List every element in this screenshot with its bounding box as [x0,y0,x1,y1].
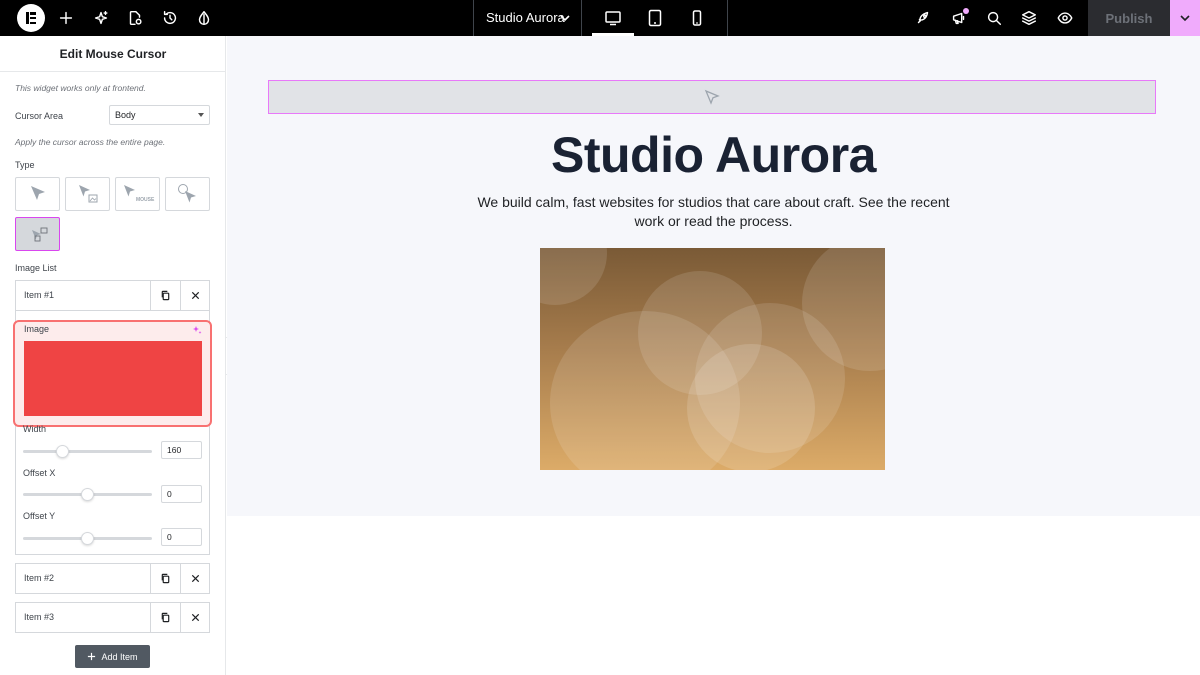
cursor-arrow-icon [704,89,720,105]
publish-button[interactable]: Publish [1088,0,1170,36]
preview-eye-icon[interactable] [1055,8,1075,28]
offset-x-label: Offset X [23,468,56,478]
item-label: Item #3 [24,612,55,622]
hero-title: Studio Aurora [551,127,876,183]
notification-badge [963,8,969,14]
hero-subtitle: We build calm, fast websites for studios… [477,194,950,229]
arrow-image-cursor-icon [78,185,97,203]
rocket-icon[interactable] [913,8,933,28]
publish-chevron-icon[interactable] [1170,0,1200,36]
width-label: Width [23,424,47,434]
offset-y-slider[interactable] [23,532,152,545]
divider [581,0,582,36]
add-item-button[interactable]: Add Item [75,645,150,668]
cursor-area-label: Cursor Area [15,111,64,121]
offset-y-input[interactable]: 0 [161,528,202,546]
divider [727,0,728,36]
plus-icon[interactable] [56,8,76,28]
list-item[interactable]: Item #2 [15,563,210,594]
type-mouse-text: MOUSE [136,197,155,203]
type-option-arrow-text[interactable]: MOUSE [115,177,160,211]
add-item-label: Add Item [101,651,138,662]
cursor-area-select[interactable]: Body [109,105,210,125]
type-option-arrow[interactable] [15,177,60,211]
image-label: Image [24,324,50,334]
divider [473,0,474,36]
offset-x-input[interactable]: 0 [161,485,202,503]
width-input[interactable]: 160 [161,441,202,459]
close-icon[interactable] [181,281,210,310]
site-title[interactable]: Studio Aurora [486,10,565,25]
item-label: Item #1 [24,290,55,300]
duplicate-icon[interactable] [151,564,180,593]
search-icon[interactable] [984,8,1004,28]
type-option-arrow-image[interactable] [65,177,110,211]
cursor-area-help: Apply the cursor across the entire page. [15,137,166,147]
frontend-note: This widget works only at frontend. [15,83,146,93]
plus-icon [88,652,96,661]
arrow-text-cursor-icon: MOUSE [123,185,155,203]
duplicate-icon[interactable] [151,281,180,310]
site-settings-icon[interactable] [194,8,214,28]
image-field[interactable]: Image [13,320,212,427]
type-option-image[interactable] [15,217,60,251]
image-cursor-icon [31,227,47,242]
type-option-arrow-circle[interactable] [165,177,210,211]
layers-icon[interactable] [1019,8,1039,28]
arrow-cursor-icon [30,186,45,200]
offset-y-slider-handle[interactable] [81,532,94,545]
elementor-logo[interactable] [17,4,45,32]
desktop-icon[interactable] [592,0,634,36]
top-bar: Studio Aurora Publish [0,0,1200,36]
offset-x-slider-handle[interactable] [81,488,94,501]
offset-x-slider[interactable] [23,488,152,501]
offset-y-label: Offset Y [23,511,56,521]
tablet-icon[interactable] [634,0,676,36]
duplicate-icon[interactable] [151,603,180,632]
close-icon[interactable] [181,603,210,632]
arrow-circle-cursor-icon [177,184,196,203]
list-item[interactable]: Item #3 [15,602,210,633]
mobile-icon[interactable] [676,0,718,36]
history-icon[interactable] [160,8,180,28]
image-preview[interactable] [24,341,202,416]
width-slider-handle[interactable] [56,445,69,458]
select-caret-icon [198,113,204,117]
hero-image [540,248,885,470]
cursor-area-value: Body [115,110,136,120]
image-list-label: Image List [15,263,57,273]
preview-canvas: Studio Aurora We build calm, fast websit… [227,36,1200,516]
site-title-chevron-icon[interactable] [558,11,572,25]
ai-sparkle-icon[interactable] [192,325,202,335]
close-icon[interactable] [181,564,210,593]
panel-title: Edit Mouse Cursor [0,36,226,72]
type-label: Type [15,160,35,170]
list-item[interactable]: Item #1 [15,280,210,311]
mouse-cursor-widget[interactable] [268,80,1156,114]
width-slider[interactable] [23,445,152,458]
ai-sparkle-icon[interactable] [91,8,111,28]
item-label: Item #2 [24,573,55,583]
page-settings-icon[interactable] [125,8,145,28]
